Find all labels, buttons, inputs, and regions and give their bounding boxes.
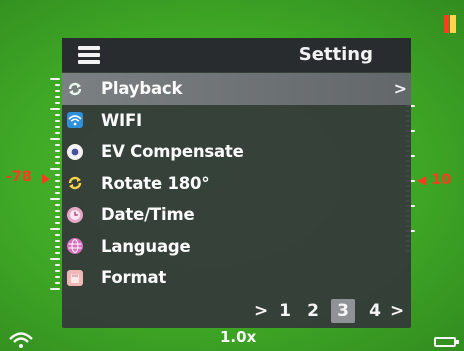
scale-tick — [55, 210, 60, 212]
scale-tick — [50, 108, 60, 110]
scale-tick — [55, 174, 60, 176]
left-pointer-icon — [42, 174, 50, 184]
wifi-icon — [67, 112, 83, 129]
ev-icon — [67, 143, 83, 160]
page-4-button[interactable]: 4 — [367, 299, 383, 323]
zoom-level: 1.0x — [220, 328, 257, 346]
scale-tick — [55, 240, 60, 242]
menu-item-wifi[interactable]: WIFI — [62, 105, 411, 137]
scale-tick — [55, 96, 60, 98]
scale-tick — [55, 222, 60, 224]
menu-item-ev-compensate[interactable]: EV Compensate — [62, 136, 411, 168]
menu-item-playback[interactable]: Playback > — [62, 73, 411, 105]
scale-tick — [55, 102, 60, 104]
menu-item-label: WIFI — [101, 110, 142, 130]
menu-item-label: Date/Time — [101, 205, 195, 225]
scale-tick — [55, 114, 60, 116]
scale-tick — [50, 168, 60, 170]
scale-tick — [50, 198, 60, 200]
scale-tick — [55, 126, 60, 128]
battery-icon — [434, 337, 459, 347]
menu-title: Setting — [298, 44, 373, 65]
page-prev-button[interactable]: > — [254, 299, 268, 323]
left-angle-readout: -78 — [6, 169, 32, 185]
scale-tick — [50, 228, 60, 230]
scale-tick — [55, 90, 60, 92]
sd-card-icon — [67, 269, 83, 286]
menu-item-label: Playback — [101, 79, 183, 99]
scale-tick — [55, 204, 60, 206]
scale-tick — [55, 270, 60, 272]
scale-tick — [55, 234, 60, 236]
page-3-button-current[interactable]: 3 — [331, 299, 355, 323]
right-angle-value: 10 — [431, 172, 452, 188]
wifi-status-icon — [8, 330, 34, 348]
scale-tick — [50, 138, 60, 140]
scale-tick — [55, 276, 60, 278]
menu-item-language[interactable]: Language — [62, 231, 411, 263]
menu-item-label: Format — [101, 268, 167, 288]
menu-item-label: EV Compensate — [101, 142, 244, 162]
scale-tick — [55, 150, 60, 152]
globe-icon — [67, 238, 83, 255]
camera-viewfinder-screen: -78 ◀ 10 Setting Playback > WIFI EV Comp… — [0, 0, 464, 351]
record-indicator-icon — [444, 15, 456, 33]
menu-header: Setting — [62, 38, 411, 72]
scale-tick — [55, 216, 60, 218]
scale-tick — [50, 288, 60, 290]
page-selector: > 1 2 3 4 > — [250, 299, 410, 325]
scale-tick — [55, 252, 60, 254]
scale-tick — [55, 192, 60, 194]
scale-tick — [55, 186, 60, 188]
scale-tick — [50, 78, 60, 80]
menu-item-rotate-180[interactable]: Rotate 180° — [62, 168, 411, 200]
menu-list: Playback > WIFI EV Compensate Rotate 180… — [62, 73, 411, 294]
scale-tick — [55, 246, 60, 248]
scale-tick — [55, 264, 60, 266]
rotate-arrows-icon — [67, 175, 83, 191]
clock-icon — [67, 206, 83, 223]
rotate-arrows-icon — [67, 81, 83, 97]
page-2-button[interactable]: 2 — [305, 299, 321, 323]
scale-tick — [55, 120, 60, 122]
left-tilt-scale — [48, 78, 62, 290]
chevron-right-icon: > — [393, 79, 407, 99]
menu-item-label: Rotate 180° — [101, 173, 210, 193]
scale-tick — [55, 156, 60, 158]
menu-item-format[interactable]: Format — [62, 262, 411, 294]
menu-hamburger-icon[interactable] — [78, 46, 100, 64]
page-1-button[interactable]: 1 — [277, 299, 293, 323]
scale-tick — [50, 258, 60, 260]
menu-item-label: Language — [101, 236, 191, 256]
scale-tick — [55, 180, 60, 182]
menu-item-date-time[interactable]: Date/Time — [62, 199, 411, 231]
scale-tick — [55, 144, 60, 146]
page-next-button[interactable]: > — [390, 299, 404, 323]
scale-tick — [55, 282, 60, 284]
right-angle-readout: ◀ 10 — [417, 172, 452, 188]
scale-tick — [55, 162, 60, 164]
settings-menu-panel: Setting Playback > WIFI EV Compensate Ro… — [62, 38, 411, 328]
scale-tick — [55, 84, 60, 86]
scale-tick — [55, 132, 60, 134]
